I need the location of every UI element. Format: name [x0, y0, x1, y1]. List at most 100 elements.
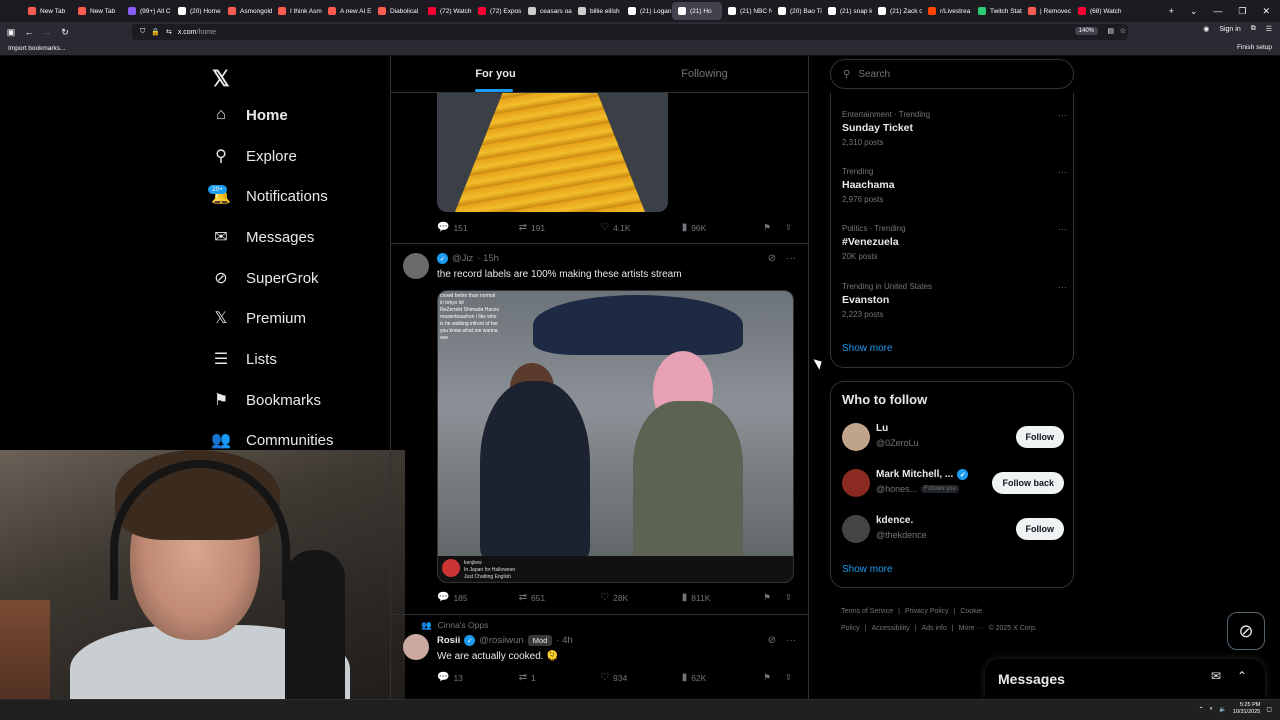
sidebar-item-home[interactable]: ⌂ Home: [212, 106, 288, 124]
trend-item[interactable]: Entertainment · Trending Sunday Ticket 2,3…: [842, 110, 1067, 147]
reload-icon[interactable]: ↻: [58, 27, 72, 38]
new-tab-icon[interactable]: +: [1169, 6, 1174, 16]
lock-icon[interactable]: 🔒: [151, 28, 160, 36]
post-handle[interactable]: @Jiz: [452, 253, 473, 264]
expand-icon[interactable]: ⌃: [1237, 669, 1247, 683]
show-more-link[interactable]: Show more: [842, 343, 893, 354]
browser-tab[interactable]: Diabolical: [372, 2, 422, 20]
sidebar-item-explore[interactable]: ⚲ Explore: [212, 147, 297, 166]
like-button[interactable]: ♡ 4.1K: [600, 222, 658, 233]
more-icon[interactable]: ···: [1058, 224, 1067, 234]
volume-icon[interactable]: 🔈: [1219, 706, 1226, 713]
more-icon[interactable]: ···: [786, 253, 796, 264]
reply-button[interactable]: 💬 13: [437, 672, 495, 683]
browser-tab[interactable]: I think Asm: [272, 2, 322, 20]
browser-tab[interactable]: (21) snap k: [822, 2, 872, 20]
grok-icon[interactable]: ⊘: [768, 635, 776, 646]
views-button[interactable]: ▮ 811K: [682, 592, 740, 603]
follow-button[interactable]: Follow: [1015, 426, 1064, 448]
search-input[interactable]: ⚲ Search: [830, 59, 1074, 89]
browser-tab[interactable]: New Tab: [72, 2, 122, 20]
sign-in-label[interactable]: Sign in: [1219, 26, 1240, 33]
post-time[interactable]: · 4h: [556, 635, 572, 646]
avatar[interactable]: [842, 469, 870, 497]
browser-tab[interactable]: Asmongold: [222, 2, 272, 20]
footer-link[interactable]: Terms of Service: [841, 608, 893, 615]
views-button[interactable]: ▮ 62K: [682, 672, 740, 683]
post-image[interactable]: [437, 93, 668, 212]
browser-tab[interactable]: (21) Ho: [672, 2, 722, 20]
grok-icon[interactable]: ⊘: [768, 253, 776, 264]
trend-item[interactable]: Trending in United States Evanston 2,223 p…: [842, 282, 1067, 319]
repost-button[interactable]: ⇄ 191: [519, 222, 577, 233]
browser-tab[interactable]: | Removec: [1022, 2, 1072, 20]
sidebar-item-premium[interactable]: 𝕏 Premium: [212, 309, 306, 328]
sidebar-item-supergrok[interactable]: ⊘ SuperGrok: [212, 269, 318, 288]
footer-link[interactable]: Accessibility: [872, 625, 910, 632]
back-icon[interactable]: ←: [22, 27, 36, 37]
browser-tab[interactable]: ceasars oal: [522, 2, 572, 20]
more-icon[interactable]: ···: [1058, 110, 1067, 120]
account-icon[interactable]: ◉: [1203, 25, 1209, 33]
follow-button[interactable]: Follow back: [992, 472, 1064, 494]
footer-link[interactable]: Privacy Policy: [905, 608, 949, 615]
browser-tab[interactable]: (20) Bao Ti: [772, 2, 822, 20]
browser-tab[interactable]: (20) Home: [172, 2, 222, 20]
sidebar-toggle-icon[interactable]: ▣: [4, 27, 18, 38]
finish-setup-link[interactable]: Finish setup: [1237, 44, 1272, 51]
avatar[interactable]: [842, 423, 870, 451]
messages-dock[interactable]: Messages ✉ ⌃: [985, 659, 1265, 699]
share-icon[interactable]: ⇪: [785, 592, 792, 603]
extensions-icon[interactable]: ⧉: [1251, 25, 1256, 33]
avatar[interactable]: [403, 634, 429, 660]
more-icon[interactable]: ···: [1058, 282, 1067, 292]
browser-tab[interactable]: (21) Logan: [622, 2, 672, 20]
shield-icon[interactable]: ⛉: [140, 28, 145, 36]
import-bookmarks-link[interactable]: Import bookmarks...: [8, 45, 65, 52]
follow-suggestion[interactable]: Lu @0ZeroLu Follow: [842, 423, 1064, 453]
share-icon[interactable]: ⇪: [785, 672, 792, 683]
sidebar-item-lists[interactable]: ☰ Lists: [212, 350, 277, 369]
views-button[interactable]: ▮ 96K: [682, 222, 740, 233]
grok-button[interactable]: ⊘: [1227, 612, 1265, 650]
close-window-icon[interactable]: ✕: [1262, 6, 1270, 17]
sidebar-item-bookmarks[interactable]: ⚑ Bookmarks: [212, 391, 321, 410]
trend-item[interactable]: Trending Haachama 2,976 posts ···: [842, 167, 1067, 204]
browser-tab[interactable]: New Tab: [22, 2, 72, 20]
bookmark-icon[interactable]: ⚑: [763, 592, 771, 603]
more-icon[interactable]: ···: [786, 635, 796, 646]
avatar[interactable]: [403, 253, 429, 279]
like-button[interactable]: ♡ 934: [600, 672, 658, 683]
browser-tab[interactable]: (72) Expos: [472, 2, 522, 20]
trend-item[interactable]: Politics · Trending #Venezuela 20K posts ··…: [842, 224, 1067, 261]
bookmark-icon[interactable]: ⚑: [763, 672, 771, 683]
zoom-level[interactable]: 140%: [1074, 27, 1098, 35]
repost-button[interactable]: ⇄ 1: [519, 672, 577, 683]
browser-tab[interactable]: billie eilish: [572, 2, 622, 20]
menu-icon[interactable]: ☰: [1266, 25, 1272, 33]
notification-center-icon[interactable]: ▢: [1266, 706, 1272, 713]
reader-icon[interactable]: ▤: [1107, 27, 1114, 35]
tab-following[interactable]: Following: [600, 56, 808, 92]
tab-for-you[interactable]: For you: [391, 56, 600, 92]
post-time[interactable]: · 15h: [477, 253, 499, 264]
reply-button[interactable]: 💬 151: [437, 222, 495, 233]
tray-chevron-icon[interactable]: ⌃: [1199, 706, 1204, 713]
forward-icon[interactable]: →: [40, 27, 54, 37]
network-icon[interactable]: ◐: [1210, 706, 1214, 712]
sidebar-item-communities[interactable]: 👥 Communities: [211, 431, 333, 450]
tab-list-icon[interactable]: ⌄: [1190, 6, 1198, 17]
share-icon[interactable]: ⇪: [785, 222, 792, 233]
browser-tab[interactable]: r/Livestrea: [922, 2, 972, 20]
follow-suggestion[interactable]: Mark Mitchell, ... ✓ @hones... Follows you F…: [842, 469, 1064, 499]
like-button[interactable]: ♡ 28K: [600, 592, 658, 603]
browser-tab[interactable]: A new AI E: [322, 2, 372, 20]
browser-tab[interactable]: (68) Watch: [1072, 2, 1122, 20]
footer-link[interactable]: More ···: [959, 625, 984, 632]
browser-tab[interactable]: (99+) All C: [122, 2, 172, 20]
browser-tab[interactable]: (21) Zack o: [872, 2, 922, 20]
minimize-icon[interactable]: —: [1213, 6, 1222, 16]
reply-button[interactable]: 💬 185: [437, 592, 495, 603]
repost-button[interactable]: ⇄ 651: [519, 592, 577, 603]
sidebar-item-messages[interactable]: ✉ Messages: [212, 228, 314, 247]
